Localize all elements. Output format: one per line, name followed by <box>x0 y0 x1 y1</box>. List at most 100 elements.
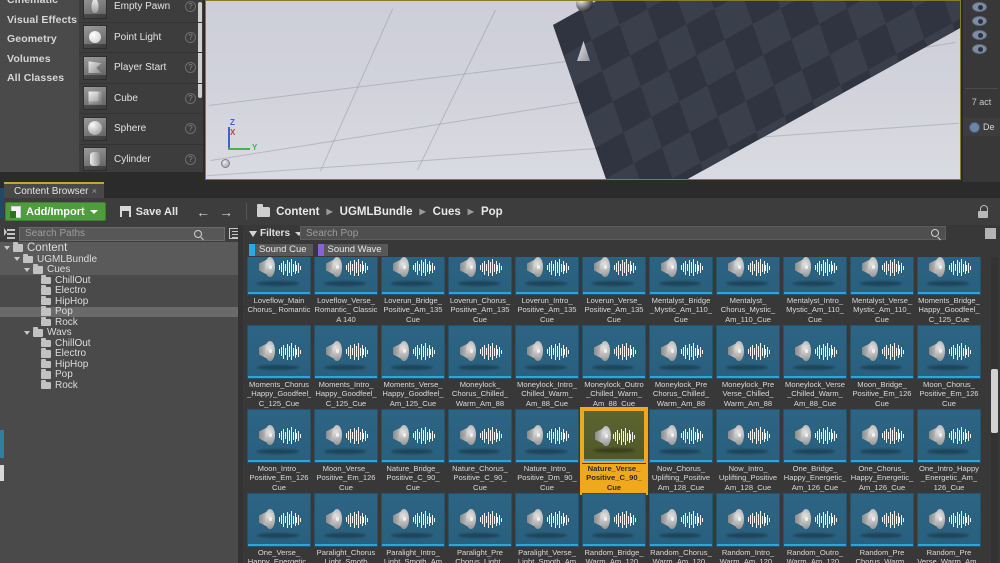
tree-node-ugmlbundle[interactable]: UGMLBundle <box>0 253 243 265</box>
place-actors-item-list[interactable]: Empty Pawn? Point Light? Player Start? Cube… <box>79 0 203 172</box>
asset-tile[interactable]: Moments_Chorus _Happy_Goodfeel_ C_125_Cu… <box>247 325 311 409</box>
tree-node-chillout[interactable]: ChillOut <box>0 274 243 286</box>
asset-tile[interactable]: Nature_Bridge_ Positive_C_90_ Cue <box>381 409 445 493</box>
save-all-button[interactable]: Save All <box>119 206 178 218</box>
folder-tree[interactable]: Content UGMLBundle Cues ChillOut Electro HipH… <box>0 242 243 563</box>
breadcrumb-item-ugmlbundle[interactable]: UGMLBundle <box>340 206 413 218</box>
asset-tile[interactable]: Moon_Intro_ Positive_Em_126 Cue <box>247 409 311 493</box>
place-actors-category-volumes[interactable]: Volumes <box>0 50 79 70</box>
asset-tile[interactable]: Loverun_Bridge_ Positive_Am_135 Cue <box>381 257 445 325</box>
asset-tile[interactable]: Moneylock_Outro _Chilled_Warm_ Am_88_Cue <box>582 325 646 409</box>
add-import-button[interactable]: Add/Import <box>5 202 106 221</box>
asset-tile[interactable]: One_Bridge_ Happy_Energetic_ Am_126_Cue <box>783 409 847 493</box>
tree-node-chillout[interactable]: ChillOut <box>0 337 243 349</box>
expander-icon[interactable] <box>24 267 30 272</box>
asset-tile[interactable]: Paralight_Chorus _Light_Smoth_ Am_101_Cu… <box>314 493 378 563</box>
asset-tile[interactable]: Paralight_Intro_ Light_Smoth_Am 101_Cue <box>381 493 445 563</box>
asset-tile[interactable]: Moneylock_Pre Chorus_Chilled_ Warm_Am_88 <box>649 325 713 409</box>
tree-node-cues[interactable]: Cues <box>0 264 243 275</box>
asset-tile[interactable]: Moments_Bridge_ Happy_Goodfeel_ C_125_Cu… <box>917 257 981 325</box>
filter-chip-sound-wave[interactable]: Sound Wave <box>317 243 388 256</box>
search-paths-field[interactable] <box>19 226 225 241</box>
tree-node-hiphop[interactable]: HipHop <box>0 295 243 307</box>
asset-tile[interactable]: Random_Outro_ Warm_Am_120_ Cue <box>783 493 847 563</box>
asset-tile[interactable]: Mentalyst_Bridge _Mystic_Am_110_ Cue <box>649 257 713 325</box>
tree-node-electro[interactable]: Electro <box>0 348 243 359</box>
asset-tile[interactable]: Mentalyst_Verse_ Mystic_Am_110_ Cue <box>850 257 914 325</box>
back-arrow-icon[interactable]: ← <box>196 204 210 220</box>
place-actor-item-player-start[interactable]: Player Start? <box>79 53 203 84</box>
place-actors-category-geometry[interactable]: Geometry <box>0 30 79 50</box>
help-icon[interactable]: ? <box>185 153 196 165</box>
asset-tile[interactable]: Random_Intro_ Warm_Am_120_ Cue <box>716 493 780 563</box>
asset-tile[interactable]: Loverun_Verse_ Positive_Am_135 Cue <box>582 257 646 325</box>
asset-tile[interactable]: Random_Pre Chorus_Warm_ Am_120_Cue <box>850 493 914 563</box>
tab-content-browser[interactable]: Content Browser × <box>4 182 104 198</box>
asset-tile[interactable]: Loverun_Chorus_ Positive_Am_135 Cue <box>448 257 512 325</box>
forward-arrow-icon[interactable]: → <box>219 204 233 220</box>
visibility-eye-icon[interactable] <box>972 44 987 54</box>
tree-node-hiphop[interactable]: HipHop <box>0 358 243 370</box>
asset-tile[interactable]: One_Intro_Happy _Energetic_Am_ 126_Cue <box>917 409 981 493</box>
search-paths-input[interactable] <box>25 228 205 239</box>
tree-node-content[interactable]: Content <box>0 242 243 254</box>
asset-tile[interactable]: Moneylock_Verse _Chilled_Warm_ Am_88_Cue <box>783 325 847 409</box>
asset-tile[interactable]: Moneylock_Pre Verse_Chilled_ Warm_Am_88 <box>716 325 780 409</box>
asset-tile[interactable]: Now_Chorus_ Uplifting_Positive Am_128_Cu… <box>649 409 713 493</box>
asset-tile[interactable]: Moon_Bridge_ Positive_Em_126 Cue <box>850 325 914 409</box>
asset-tile[interactable]: Paralight_Pre Chorus_Light_ Smoth_Am_101 <box>448 493 512 563</box>
search-assets-input[interactable] <box>306 227 866 239</box>
help-icon[interactable]: ? <box>185 31 196 43</box>
asset-tile[interactable]: Moneylock_ Chorus_Chilled_ Warm_Am_88 <box>448 325 512 409</box>
tree-node-pop[interactable]: Pop <box>0 306 243 317</box>
asset-tile[interactable]: Mentalyst_Intro_ Mystic_Am_110_ Cue <box>783 257 847 325</box>
breadcrumb-item-pop[interactable]: Pop <box>481 206 503 218</box>
tab-details[interactable]: De <box>963 118 1000 136</box>
save-search-icon[interactable] <box>985 228 996 239</box>
asset-tile[interactable]: Moneylock_Intro_ Chilled_Warm_ Am_88_Cue <box>515 325 579 409</box>
asset-tile[interactable]: One_Verse_ Happy_Energetic_ Am_126_Cue <box>247 493 311 563</box>
expander-icon[interactable] <box>14 257 20 262</box>
expander-icon[interactable] <box>24 330 30 335</box>
place-actor-item-empty-pawn[interactable]: Empty Pawn? <box>79 0 203 23</box>
filter-chip-sound-cue[interactable]: Sound Cue <box>249 243 313 256</box>
help-icon[interactable]: ? <box>185 92 196 104</box>
place-actor-item-point-light[interactable]: Point Light? <box>79 23 203 53</box>
asset-tile[interactable]: One_Chorus_ Happy_Energetic_ Am_126_Cue <box>850 409 914 493</box>
visibility-eye-icon[interactable] <box>972 2 987 12</box>
asset-tile[interactable]: Nature_Intro_ Positive_Dm_90_ Cue <box>515 409 579 493</box>
close-icon[interactable]: × <box>92 186 97 196</box>
asset-tile[interactable]: Nature_Chorus_ Positive_C_90_ Cue <box>448 409 512 493</box>
visibility-eye-icon[interactable] <box>972 16 987 26</box>
place-actors-category-list[interactable]: Cinematic Visual Effects Geometry Volumes Al… <box>0 0 79 172</box>
filters-button[interactable]: Filters <box>249 228 304 239</box>
asset-tile[interactable]: Now_Intro_ Uplifting_Positive Am_128_Cue <box>716 409 780 493</box>
place-actors-category-visual-effects[interactable]: Visual Effects <box>0 11 79 31</box>
asset-tile-grid[interactable]: Loveflow_Main Chorus_ Romantic Loveflow_V… <box>243 257 1000 563</box>
expander-icon[interactable] <box>4 246 10 250</box>
asset-tile[interactable]: Moon_Verse_ Positive_Em_126 Cue <box>314 409 378 493</box>
asset-tile[interactable]: Loverun_Intro_ Positive_Am_135 Cue <box>515 257 579 325</box>
place-actor-item-sphere[interactable]: Sphere? <box>79 114 203 145</box>
paths-menu-icon[interactable] <box>4 228 15 239</box>
place-actors-category-all-classes[interactable]: All Classes <box>0 69 79 89</box>
asset-tile[interactable]: Nature_Verse_ Positive_C_90_ Cue <box>580 407 648 495</box>
tree-node-pop[interactable]: Pop <box>0 369 243 380</box>
tree-node-rock[interactable]: Rock <box>0 379 243 391</box>
place-actors-category-cinematic[interactable]: Cinematic <box>0 0 79 11</box>
asset-tile[interactable]: Loveflow_Main Chorus_ Romantic <box>247 257 311 325</box>
place-actor-item-cube[interactable]: Cube? <box>79 84 203 114</box>
asset-tile[interactable]: Random_Chorus_ Warm_Am_120_ Cue <box>649 493 713 563</box>
help-icon[interactable]: ? <box>185 1 196 13</box>
tree-node-rock[interactable]: Rock <box>0 316 243 328</box>
asset-tile[interactable]: Moments_Verse_ Happy_Goodfeel_ Am_125_Cu… <box>381 325 445 409</box>
help-icon[interactable]: ? <box>185 62 196 74</box>
help-icon[interactable]: ? <box>185 123 196 135</box>
asset-tile[interactable]: Moments_Intro_ Happy_Goodfeel_ C_125_Cue <box>314 325 378 409</box>
tree-node-wavs[interactable]: Wavs <box>0 327 243 338</box>
lock-icon[interactable] <box>976 204 990 218</box>
asset-tile[interactable]: Random_Bridge_ Warm_Am_120_ Cue <box>582 493 646 563</box>
asset-tile[interactable]: Paralight_Verse_ Light_Smoth_Am 101_Cue <box>515 493 579 563</box>
tree-node-electro[interactable]: Electro <box>0 285 243 296</box>
asset-tile[interactable]: Moon_Chorus_ Positive_Em_126 Cue <box>917 325 981 409</box>
